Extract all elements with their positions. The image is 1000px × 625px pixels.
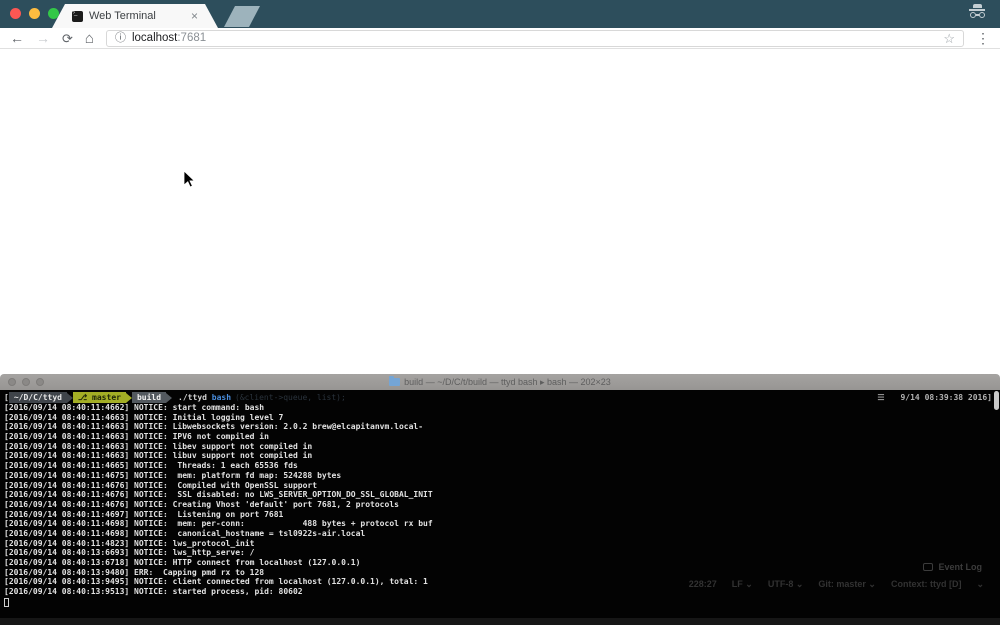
desktop-strip [0, 618, 1000, 625]
browser-toolbar: ← → ⟳ ⌂ ⓘ localhost:7681 ☆ ⋮ [0, 28, 1000, 49]
terminal-log-line: [2016/09/14 08:40:13:6718] NOTICE: HTTP … [4, 558, 1000, 568]
background-status-bar: 228:27 LF ⌄ UTF-8 ⌄ Git: master ⌄ Contex… [689, 579, 984, 590]
terminal-zoom-button[interactable] [36, 378, 44, 386]
page-info-icon[interactable]: ⓘ [115, 33, 126, 44]
status-caret: ⌄ [976, 579, 984, 590]
address-bar[interactable]: ⓘ localhost:7681 ☆ [106, 30, 964, 47]
terminal-log-line: [2016/09/14 08:40:11:4663] NOTICE: IPV6 … [4, 432, 1000, 442]
minimize-window-button[interactable] [29, 8, 40, 19]
prompt-git-segment: ⎇ master [73, 392, 126, 403]
incognito-icon [967, 4, 987, 21]
new-tab-button[interactable] [224, 6, 260, 27]
terminal-log-line: [2016/09/14 08:40:11:4698] NOTICE: mem: … [4, 519, 1000, 529]
terminal-log-line: [2016/09/14 08:40:11:4823] NOTICE: lws_p… [4, 539, 1000, 549]
folder-icon [389, 378, 400, 386]
prompt-path-segment: ~/D/C/ttyd [9, 392, 67, 403]
reload-button[interactable]: ⟳ [62, 32, 73, 45]
window-controls [10, 8, 59, 19]
terminal-log-line: [2016/09/14 08:40:11:4663] NOTICE: libuv… [4, 451, 1000, 461]
speech-bubble-icon [923, 563, 933, 571]
powerline-arrow-icon [166, 393, 172, 403]
tab-web-terminal[interactable]: Web Terminal × [52, 4, 218, 28]
bookmark-star-icon[interactable]: ☆ [943, 32, 955, 45]
terminal-log-line: [2016/09/14 08:40:11:4663] NOTICE: libev… [4, 442, 1000, 452]
terminal-log-line: [2016/09/14 08:40:11:4663] NOTICE: Libwe… [4, 422, 1000, 432]
home-button[interactable]: ⌂ [85, 31, 94, 46]
status-line-ending: LF ⌄ [732, 579, 753, 590]
terminal-log-line: [2016/09/14 08:40:11:4676] NOTICE: Creat… [4, 500, 1000, 510]
mouse-cursor-icon [183, 170, 195, 188]
incognito-hat-icon [973, 4, 982, 8]
terminal-log-line: [2016/09/14 08:40:11:4662] NOTICE: start… [4, 403, 1000, 413]
zoom-window-button[interactable] [48, 8, 59, 19]
terminal-content[interactable]: [ ~/D/C/ttyd ⎇ master build ./ttyd bash … [0, 390, 1000, 618]
terminal-cursor [4, 598, 9, 607]
url-host: localhost [132, 32, 177, 44]
terminal-log-line: [2016/09/14 08:40:11:4663] NOTICE: Initi… [4, 413, 1000, 423]
tab-title: Web Terminal [89, 10, 191, 22]
browser-tab-bar: Web Terminal × [0, 0, 1000, 28]
page-content [0, 50, 1000, 374]
forward-button[interactable]: → [36, 31, 50, 45]
background-event-log: Event Log [923, 562, 982, 572]
status-git-branch: Git: master ⌄ [818, 579, 876, 590]
terminal-log-line: [2016/09/14 08:40:11:4697] NOTICE: Liste… [4, 510, 1000, 520]
close-window-button[interactable] [10, 8, 21, 19]
background-bleedthrough-text: (&client->queue, list); [235, 393, 346, 402]
terminal-favicon-icon [72, 11, 83, 22]
terminal-log-line: [2016/09/14 08:40:11:4675] NOTICE: mem: … [4, 471, 1000, 481]
browser-menu-icon[interactable]: ⋮ [976, 31, 990, 45]
status-context: Context: ttyd [D] [891, 579, 962, 590]
terminal-log-line: [2016/09/14 08:40:11:4676] NOTICE: Compi… [4, 481, 1000, 491]
terminal-scrollbar[interactable] [994, 391, 999, 410]
url-port: :7681 [177, 32, 206, 44]
terminal-close-button[interactable] [8, 378, 16, 386]
git-branch-icon: ⎇ [78, 393, 87, 402]
typed-command: ./ttyd bash [178, 393, 231, 402]
terminal-log-line: [2016/09/14 08:40:13:6693] NOTICE: lws_h… [4, 548, 1000, 558]
shell-prompt: [ ~/D/C/ttyd ⎇ master build ./ttyd bash … [4, 392, 1000, 403]
terminal-window-title: build — ~/D/C/t/build — ttyd bash ▸ bash… [389, 377, 611, 388]
terminal-log-line: [2016/09/14 08:40:13:9480] ERR: Capping … [4, 568, 1000, 578]
terminal-log-line: [2016/09/14 08:40:11:4698] NOTICE: canon… [4, 529, 1000, 539]
terminal-minimize-button[interactable] [22, 378, 30, 386]
back-button[interactable]: ← [10, 31, 24, 45]
right-prompt: ☰ 9/14 08:39:38 2016] [877, 393, 1000, 402]
terminal-title-bar[interactable]: build — ~/D/C/t/build — ttyd bash ▸ bash… [0, 374, 1000, 390]
list-icon: ☰ [877, 393, 884, 402]
prompt-dir-segment: build [132, 392, 166, 403]
terminal-log-line: [2016/09/14 08:40:11:4676] NOTICE: SSL d… [4, 490, 1000, 500]
status-cursor-position: 228:27 [689, 579, 717, 590]
terminal-window-controls [8, 378, 44, 386]
terminal-window: build — ~/D/C/t/build — ttyd bash ▸ bash… [0, 374, 1000, 618]
status-encoding: UTF-8 ⌄ [768, 579, 804, 590]
tab-close-icon[interactable]: × [191, 10, 198, 22]
terminal-log-line: [2016/09/14 08:40:11:4665] NOTICE: Threa… [4, 461, 1000, 471]
url-text[interactable]: localhost:7681 [132, 32, 206, 44]
prompt-datetime: 9/14 08:39:38 2016] [900, 393, 992, 402]
terminal-cursor-row [4, 598, 1000, 608]
